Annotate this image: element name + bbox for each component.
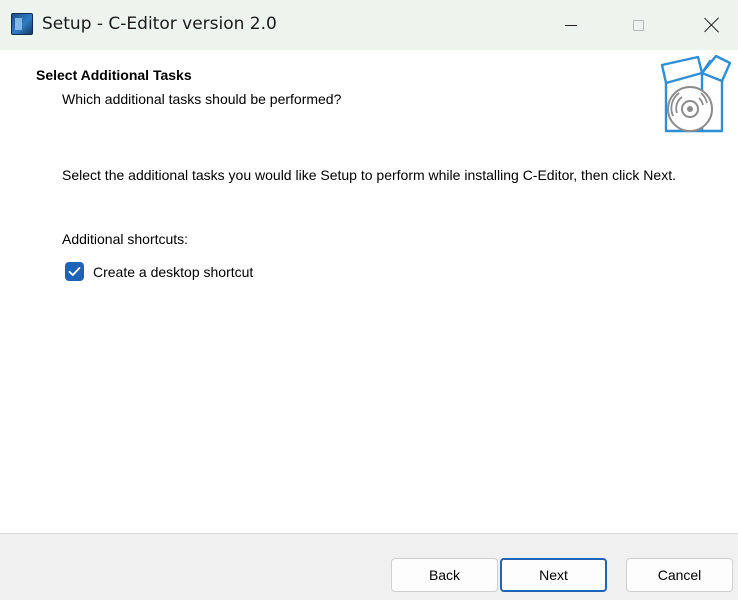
wizard-header: Select Additional Tasks Which additional… bbox=[0, 50, 738, 150]
cancel-button[interactable]: Cancel bbox=[626, 558, 733, 592]
page-subtitle: Which additional tasks should be perform… bbox=[62, 91, 342, 107]
app-icon bbox=[11, 13, 33, 35]
minimize-icon bbox=[565, 24, 577, 26]
page-title: Select Additional Tasks bbox=[36, 67, 192, 83]
desktop-shortcut-option[interactable]: Create a desktop shortcut bbox=[65, 262, 253, 281]
maximize-icon bbox=[632, 19, 644, 31]
shortcuts-heading: Additional shortcuts: bbox=[62, 231, 189, 247]
close-icon bbox=[704, 17, 720, 33]
window-title: Setup - C-Editor version 2.0 bbox=[42, 14, 277, 34]
wizard-footer: Back Next Cancel bbox=[0, 533, 738, 600]
minimize-button[interactable] bbox=[543, 0, 599, 50]
checkmark-icon bbox=[68, 267, 81, 276]
box-with-disc-icon bbox=[660, 54, 732, 133]
title-bar[interactable]: Setup - C-Editor version 2.0 bbox=[0, 0, 738, 50]
back-button[interactable]: Back bbox=[391, 558, 498, 592]
task-description: Select the additional tasks you would li… bbox=[62, 167, 676, 183]
next-button[interactable]: Next bbox=[500, 558, 607, 592]
setup-window: Setup - C-Editor version 2.0 Select Addi… bbox=[0, 0, 738, 600]
desktop-shortcut-label: Create a desktop shortcut bbox=[93, 263, 254, 280]
close-button[interactable] bbox=[684, 0, 738, 50]
desktop-shortcut-checkbox[interactable] bbox=[65, 262, 84, 281]
maximize-button[interactable] bbox=[610, 0, 666, 50]
